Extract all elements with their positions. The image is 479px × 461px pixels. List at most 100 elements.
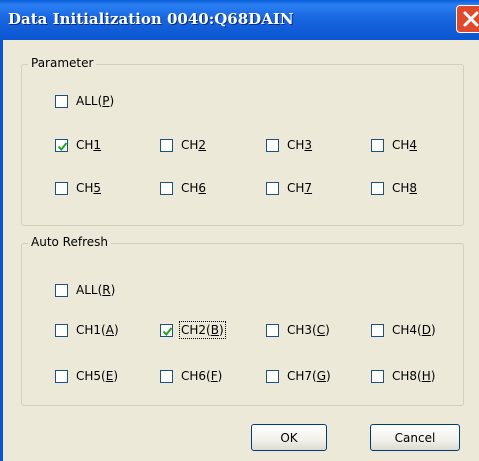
- checkbox-box[interactable]: [371, 138, 384, 152]
- auto-refresh-ch2-checkbox[interactable]: CH2(B): [160, 321, 226, 339]
- auto-refresh-all-checkbox[interactable]: ALL(R): [55, 282, 115, 298]
- close-icon: [463, 11, 479, 27]
- label-text: CH5(: [76, 369, 106, 383]
- cancel-button[interactable]: Cancel: [370, 424, 460, 451]
- parameter-ch6-checkbox[interactable]: CH6: [160, 180, 206, 196]
- checkbox-label: CH7(G): [287, 369, 331, 383]
- checkbox-box[interactable]: [266, 138, 279, 152]
- auto-refresh-ch6-checkbox[interactable]: CH6(F): [160, 368, 222, 384]
- auto-refresh-ch5-checkbox[interactable]: CH5(E): [55, 368, 118, 384]
- checkbox-box[interactable]: [160, 369, 173, 383]
- mnemonic-key: D: [421, 323, 431, 337]
- mnemonic-key: 5: [93, 181, 102, 195]
- checkbox-box[interactable]: [55, 369, 68, 383]
- mnemonic-key: F: [210, 369, 218, 383]
- label-text: CH: [287, 138, 305, 152]
- parameter-ch7-checkbox[interactable]: CH7: [266, 180, 312, 196]
- checkbox-box[interactable]: [55, 283, 68, 297]
- label-text: CH6(: [181, 369, 211, 383]
- label-text: CH: [76, 181, 94, 195]
- checkbox-box[interactable]: [55, 138, 68, 152]
- label-suffix: ): [113, 323, 119, 337]
- checkbox-box[interactable]: [55, 181, 68, 195]
- checkbox-box[interactable]: [160, 181, 173, 195]
- label-suffix: ): [325, 323, 330, 337]
- checkbox-label: CH8: [392, 181, 417, 195]
- checkbox-label: CH4(D): [392, 323, 436, 337]
- label-suffix: ): [109, 94, 115, 108]
- checkbox-label: CH5(E): [76, 369, 118, 383]
- checkbox-label: CH3: [287, 138, 312, 152]
- label-text: CH: [392, 181, 410, 195]
- label-text: CH: [181, 138, 199, 152]
- mnemonic-key: 2: [198, 138, 207, 152]
- parameter-group-label: Parameter: [28, 56, 97, 70]
- label-text: CH4(: [392, 323, 422, 337]
- mnemonic-key: 7: [304, 181, 313, 195]
- label-suffix: ): [218, 323, 224, 337]
- label-suffix: ): [113, 369, 118, 383]
- auto-refresh-group-label: Auto Refresh: [28, 235, 111, 249]
- label-suffix: ): [217, 369, 223, 383]
- checkbox-box[interactable]: [371, 323, 384, 337]
- mnemonic-key: 1: [93, 138, 102, 152]
- mnemonic-key: R: [102, 283, 111, 297]
- parameter-ch2-checkbox[interactable]: CH2: [160, 137, 206, 153]
- checkbox-label: CH2: [181, 138, 206, 152]
- checkbox-label: CH6: [181, 181, 206, 195]
- checkbox-label: CH1(A): [76, 323, 119, 337]
- parameter-ch3-checkbox[interactable]: CH3: [266, 137, 312, 153]
- checkbox-box[interactable]: [160, 138, 173, 152]
- label-text: ALL(: [76, 283, 103, 297]
- window-left-border: [0, 40, 3, 461]
- label-text: CH: [287, 181, 305, 195]
- auto-refresh-ch7-checkbox[interactable]: CH7(G): [266, 368, 331, 384]
- mnemonic-key: C: [316, 323, 326, 337]
- mnemonic-key: 6: [198, 181, 207, 195]
- checkbox-label: ALL(R): [76, 283, 115, 297]
- auto-refresh-ch3-checkbox[interactable]: CH3(C): [266, 322, 330, 338]
- label-text: CH3(: [287, 323, 317, 337]
- label-suffix: ): [430, 323, 436, 337]
- checkbox-box[interactable]: [371, 181, 384, 195]
- checkbox-label: ALL(P): [76, 94, 114, 108]
- label-suffix: ): [430, 369, 436, 383]
- label-text: CH: [181, 181, 199, 195]
- mnemonic-key: 3: [304, 138, 313, 152]
- auto-refresh-ch8-checkbox[interactable]: CH8(H): [371, 368, 435, 384]
- checkbox-box[interactable]: [55, 94, 68, 108]
- label-text: CH: [392, 138, 410, 152]
- parameter-ch5-checkbox[interactable]: CH5: [55, 180, 101, 196]
- close-button[interactable]: [456, 5, 479, 33]
- parameter-ch4-checkbox[interactable]: CH4: [371, 137, 417, 153]
- mnemonic-key: G: [316, 369, 327, 383]
- mnemonic-key: 4: [409, 138, 418, 152]
- parameter-ch8-checkbox[interactable]: CH8: [371, 180, 417, 196]
- parameter-ch1-checkbox[interactable]: CH1: [55, 137, 101, 153]
- mnemonic-key: B: [210, 323, 219, 337]
- checkbox-box[interactable]: [160, 323, 173, 337]
- ok-button[interactable]: OK: [251, 424, 327, 451]
- check-mark-icon: [57, 141, 68, 151]
- mnemonic-key: 8: [409, 181, 418, 195]
- checkbox-label: CH1: [76, 138, 101, 152]
- checkbox-label: CH8(H): [392, 369, 435, 383]
- checkbox-box[interactable]: [55, 323, 68, 337]
- checkbox-box[interactable]: [371, 369, 384, 383]
- checkbox-box[interactable]: [266, 323, 279, 337]
- parameter-all-checkbox[interactable]: ALL(P): [55, 93, 114, 109]
- checkbox-label: CH7: [287, 181, 312, 195]
- auto-refresh-ch1-checkbox[interactable]: CH1(A): [55, 322, 119, 338]
- checkbox-box[interactable]: [266, 369, 279, 383]
- label-text: ALL(: [76, 94, 103, 108]
- title-bar[interactable]: Data Initialization 0040:Q68DAIN: [0, 0, 479, 40]
- mnemonic-key: A: [105, 323, 114, 337]
- label-text: CH7(: [287, 369, 317, 383]
- checkbox-label: CH3(C): [287, 323, 330, 337]
- checkbox-box[interactable]: [266, 181, 279, 195]
- mnemonic-key: H: [421, 369, 431, 383]
- auto-refresh-ch4-checkbox[interactable]: CH4(D): [371, 322, 436, 338]
- checkbox-label: CH4: [392, 138, 417, 152]
- label-suffix: ): [110, 283, 116, 297]
- check-mark-icon: [162, 326, 173, 336]
